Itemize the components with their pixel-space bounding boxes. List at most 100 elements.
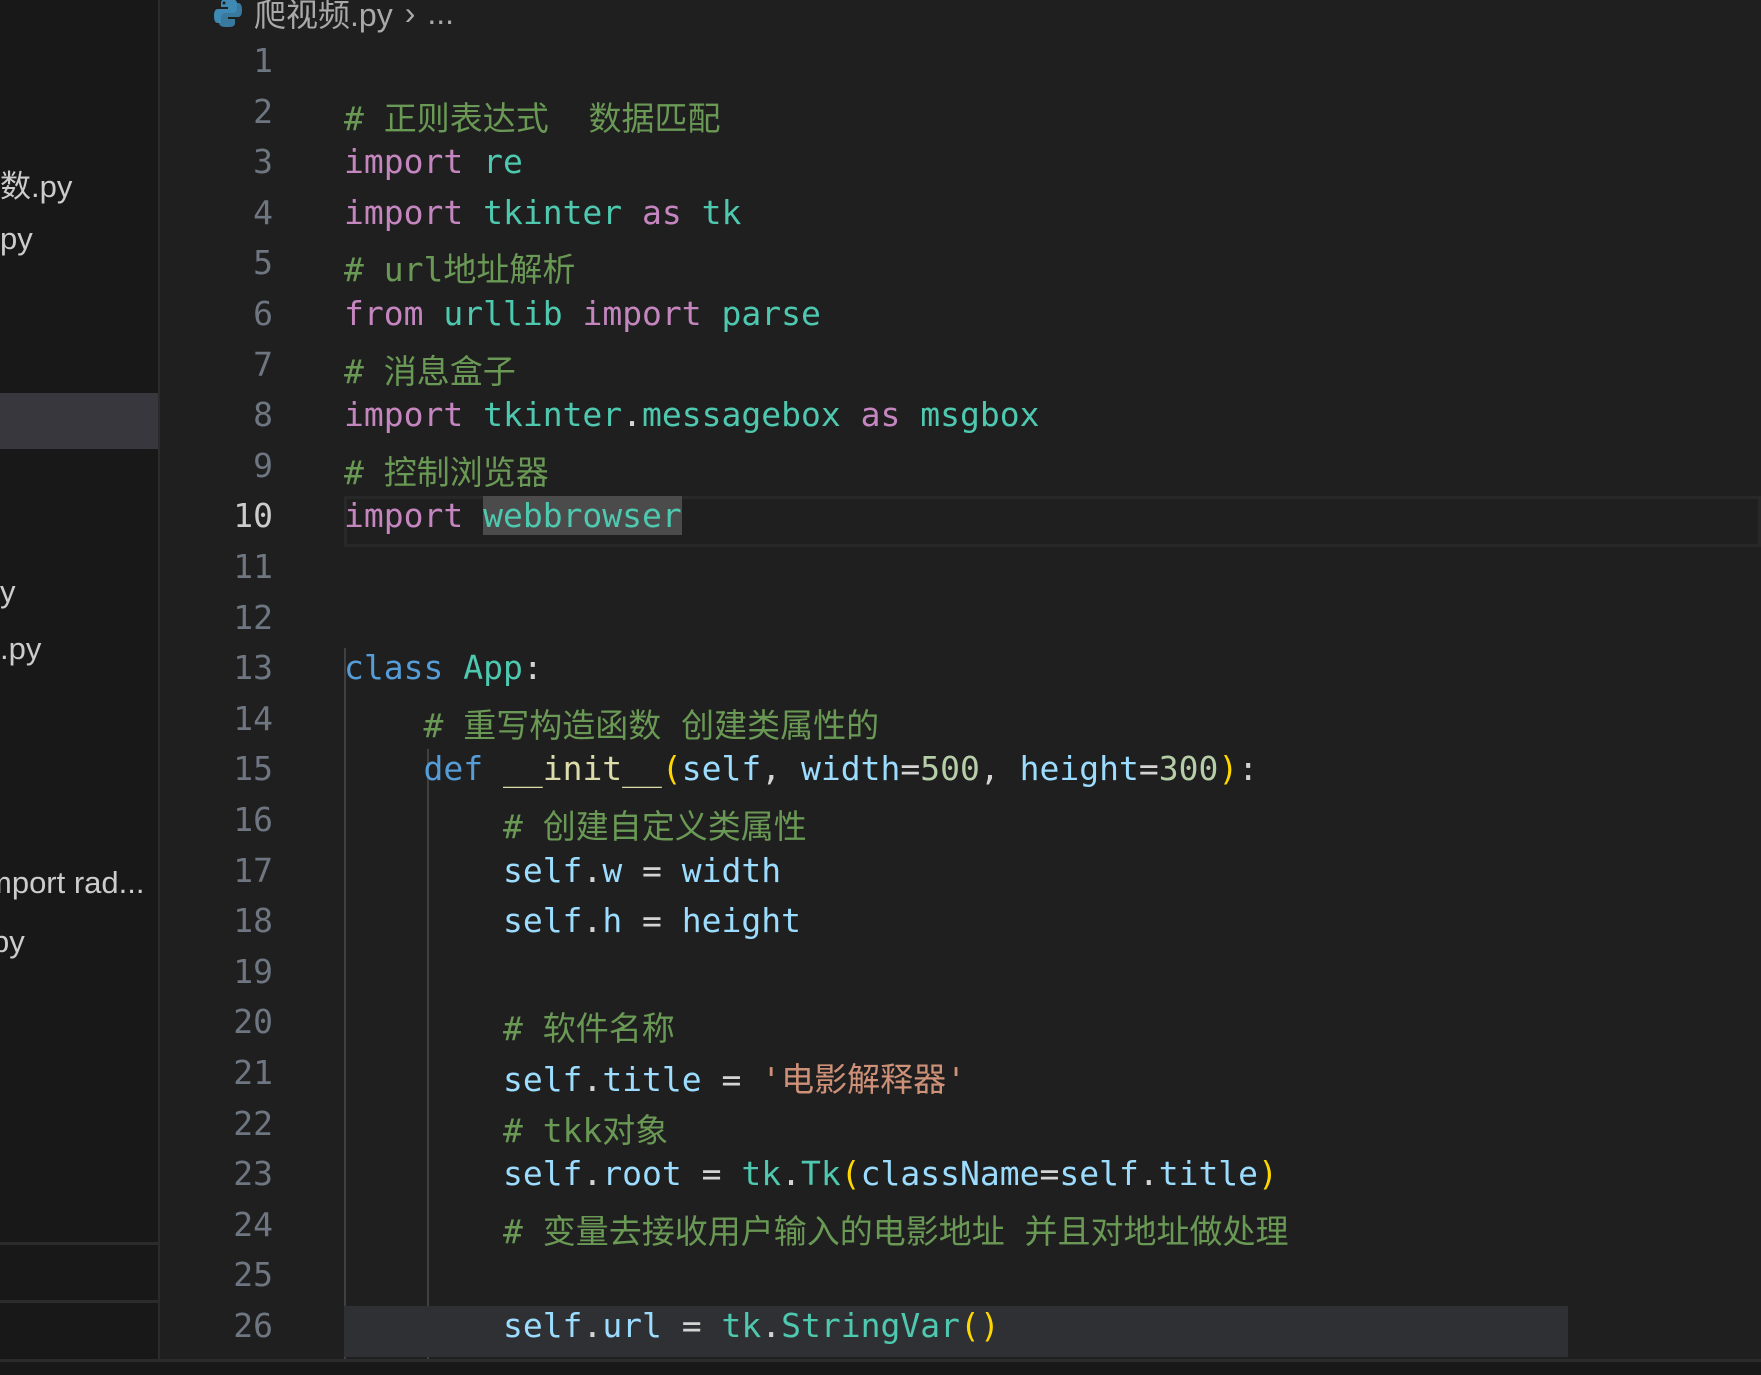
code-token: ) xyxy=(1258,1154,1278,1194)
code-text: self.h = height xyxy=(344,901,801,940)
code-text: # 变量去接收用户输入的电影地址 并且对地址做处理 xyxy=(344,1205,1289,1253)
code-line[interactable]: 10 import webbrowser xyxy=(162,496,1761,547)
code-line[interactable]: 16 # 创建自定义类属性 xyxy=(162,800,1761,851)
code-token: self xyxy=(502,1154,583,1194)
code-text: class App: xyxy=(344,648,543,687)
file-item[interactable]: y xyxy=(0,574,16,630)
code-token: def xyxy=(423,749,484,789)
code-token: StringVar xyxy=(781,1306,960,1345)
line-number: 19 xyxy=(233,951,273,991)
line-number: 24 xyxy=(233,1204,273,1244)
code-line[interactable]: 26 self.url = tk.StringVar() xyxy=(162,1306,1761,1357)
code-token: self xyxy=(502,1060,583,1099)
code-token: # 消息盒子 xyxy=(344,351,516,391)
code-token: = xyxy=(1039,1154,1060,1194)
code-line[interactable]: 1 xyxy=(162,41,1761,92)
code-line[interactable]: 20 # 软件名称 xyxy=(162,1002,1761,1053)
code-line[interactable]: 21 self.title = '电影解释器' xyxy=(162,1053,1761,1104)
breadcrumb-symbols[interactable]: ... xyxy=(427,0,454,32)
code-line[interactable]: 3 import re xyxy=(162,142,1761,193)
code-text: # url地址解析 xyxy=(344,243,575,291)
code-token: = xyxy=(661,1306,722,1345)
code-token: import xyxy=(344,192,464,232)
code-editor[interactable]: 1 2 # 正则表达式 数据匹配 3 import re 4 import tkinter … xyxy=(162,41,1761,1359)
line-number: 6 xyxy=(253,294,273,333)
file-item[interactable]: mport rad... xyxy=(0,865,145,921)
code-line[interactable]: 24 # 变量去接收用户输入的电影地址 并且对地址做处理 xyxy=(162,1205,1761,1256)
code-token: # 正则表达式 数据匹配 xyxy=(344,98,721,138)
code-line[interactable]: 12 xyxy=(162,598,1761,649)
code-line[interactable]: 7 # 消息盒子 xyxy=(162,345,1761,396)
code-text: # 重写构造函数 创建类属性的 xyxy=(344,699,879,747)
selected-file-row[interactable] xyxy=(0,393,158,449)
code-token: tkinter xyxy=(483,192,623,232)
code-token: as xyxy=(860,395,901,435)
code-line[interactable]: 6 from urllib import parse xyxy=(162,294,1761,345)
code-token: . xyxy=(582,1060,603,1099)
code-line[interactable]: 13 class App: xyxy=(162,648,1761,699)
code-line[interactable]: 22 # tkk对象 xyxy=(162,1104,1761,1155)
file-item[interactable]: .py xyxy=(0,631,41,687)
line-number: 12 xyxy=(233,597,273,637)
code-line[interactable]: 23 self.root = tk.Tk(className=self.titl… xyxy=(162,1154,1761,1205)
line-number: 21 xyxy=(233,1053,273,1092)
code-line[interactable]: 15 def __init__(self, width=500, height=… xyxy=(162,749,1761,800)
code-line[interactable]: 25 xyxy=(162,1255,1761,1306)
line-number: 13 xyxy=(233,648,273,688)
code-token: , xyxy=(761,749,802,789)
code-line[interactable]: 18 self.h = height xyxy=(162,901,1761,952)
code-line[interactable]: 11 xyxy=(162,547,1761,598)
code-text: def __init__(self, width=500, height=300… xyxy=(344,749,1258,788)
code-line[interactable]: 2 # 正则表达式 数据匹配 xyxy=(162,92,1761,143)
code-line[interactable]: 4 import tkinter as tk xyxy=(162,193,1761,244)
code-token: __init__ xyxy=(502,749,662,789)
code-token: '电影解释器' xyxy=(761,1060,967,1099)
code-token: height xyxy=(681,901,802,941)
code-text: from urllib import parse xyxy=(344,294,821,333)
file-item[interactable]: py xyxy=(0,924,25,980)
chevron-right-icon: › xyxy=(404,0,416,31)
code-token: # url地址解析 xyxy=(344,250,576,290)
code-text: self.title = '电影解释器' xyxy=(344,1053,966,1101)
sidebar-divider xyxy=(0,1242,158,1245)
code-token: h xyxy=(602,901,623,941)
code-line[interactable]: 8 import tkinter.messagebox as msgbox xyxy=(162,395,1761,446)
code-token: tkinter xyxy=(483,395,623,435)
breadcrumb-file[interactable]: 爬视频.py xyxy=(254,0,393,36)
code-line[interactable]: 5 # url地址解析 xyxy=(162,243,1761,294)
code-line[interactable]: 9 # 控制浏览器 xyxy=(162,446,1761,497)
code-token: self xyxy=(502,901,583,941)
code-token: = xyxy=(681,1154,742,1194)
code-token: height xyxy=(1019,749,1139,789)
code-text: import tkinter.messagebox as msgbox xyxy=(344,395,1039,434)
code-line[interactable]: 19 xyxy=(162,952,1761,1003)
code-token: root xyxy=(602,1154,682,1194)
file-item[interactable]: 数.py xyxy=(0,161,72,217)
code-token: . xyxy=(622,395,643,435)
code-token: Tk xyxy=(801,1154,841,1194)
code-line[interactable]: 17 self.w = width xyxy=(162,851,1761,902)
code-line[interactable]: 14 # 重写构造函数 创建类属性的 xyxy=(162,699,1761,750)
code-token: width xyxy=(681,850,782,890)
code-token: # 软件名称 xyxy=(502,1009,675,1049)
line-number: 1 xyxy=(253,41,273,80)
code-token: ( xyxy=(840,1154,861,1194)
code-token: width xyxy=(801,749,901,789)
code-token: . xyxy=(1138,1154,1159,1194)
line-number: 15 xyxy=(233,749,273,789)
file-item[interactable]: py xyxy=(0,221,33,277)
code-token: import xyxy=(582,294,702,333)
code-text: # tkk对象 xyxy=(344,1104,668,1152)
code-token: class xyxy=(344,648,444,688)
